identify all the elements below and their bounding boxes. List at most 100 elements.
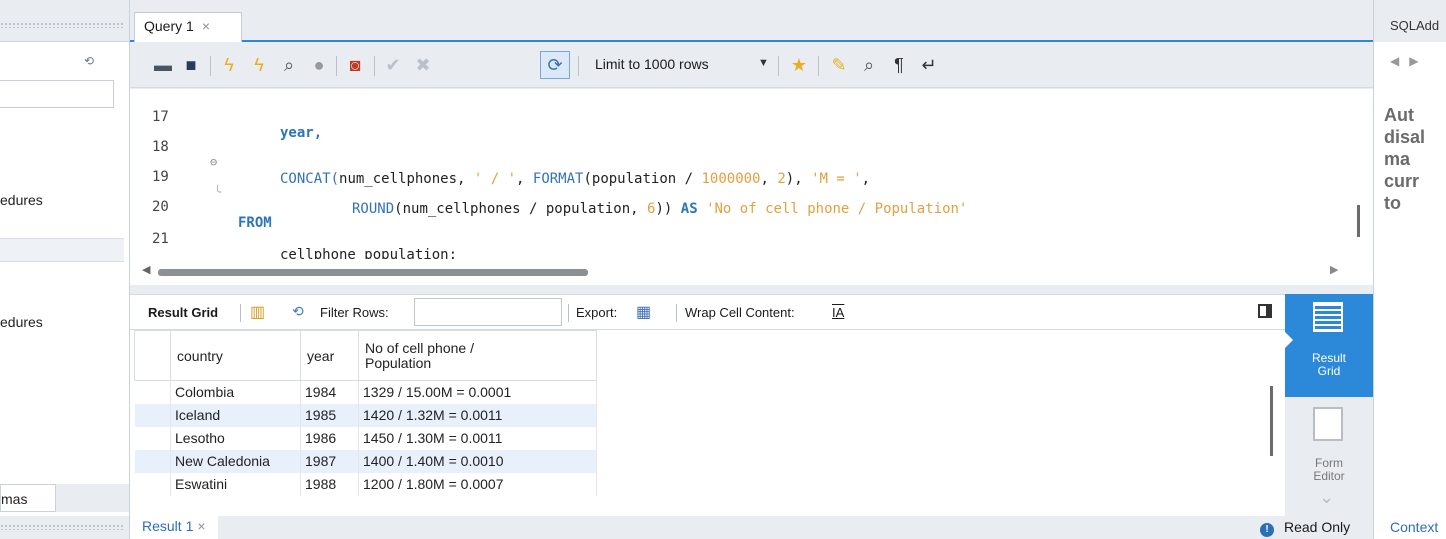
editor-vertical-scrollbar[interactable] [1357, 205, 1360, 237]
column-header[interactable]: country [170, 330, 301, 381]
nav-arrows-icon[interactable]: ◀ ▶ [1390, 54, 1418, 68]
commit-icon[interactable]: ✔ [380, 52, 406, 78]
procedures-item-2[interactable]: edures [0, 314, 43, 330]
tab-label: Query 1 [144, 18, 194, 34]
table-cell[interactable]: 1200 / 1.80M = 0.0007 [358, 472, 597, 496]
scroll-left-icon[interactable]: ◀ [142, 263, 150, 276]
result-toolbar: Result Grid ▥ ⟲ Filter Rows: Export: ▦ W… [130, 294, 1285, 330]
table-cell[interactable]: 1420 / 1.32M = 0.0011 [358, 403, 597, 427]
table-cell[interactable]: Lesotho [170, 426, 301, 450]
toggle-panel-icon[interactable] [1258, 304, 1272, 318]
info-icon: ! [1260, 523, 1274, 537]
result-grid-side-tab[interactable]: Result Grid [1285, 294, 1373, 397]
snippet-star-icon[interactable]: ★ [786, 52, 812, 78]
row-header[interactable] [134, 426, 171, 450]
export-icon[interactable]: ▦ [636, 302, 651, 322]
open-folder-icon[interactable]: ▬ [150, 52, 176, 78]
wrap-cell-label: Wrap Cell Content: [685, 305, 795, 320]
word-wrap-icon[interactable]: ↵ [916, 52, 942, 78]
execute-icon[interactable]: ϟ [216, 52, 242, 78]
editor-horizontal-scrollbar[interactable]: ◀ ▶ [130, 259, 1373, 285]
wrap-cell-icon[interactable]: IA [832, 305, 844, 320]
execute-current-icon[interactable]: ϟ [246, 52, 272, 78]
stop-icon[interactable]: ● [306, 52, 332, 78]
table-cell[interactable]: Iceland [170, 403, 301, 427]
table-cell[interactable]: Eswatini [170, 472, 301, 496]
result-grid-label[interactable]: Result Grid [148, 305, 218, 320]
result-grid-icon [1313, 302, 1343, 332]
navigator-separator [0, 238, 124, 262]
tab-context-help[interactable]: Context [1390, 519, 1438, 535]
form-editor-icon [1313, 407, 1343, 441]
code-line: 21 cellphone_population; [130, 215, 1330, 263]
tab-query-1[interactable]: Query 1 × [134, 12, 242, 42]
scroll-right-icon[interactable]: ▶ [1330, 263, 1338, 276]
grid-layout-icon[interactable]: ▥ [250, 302, 265, 322]
refresh-icon[interactable]: ⟲ [292, 303, 304, 320]
toolbar-separator [676, 304, 677, 322]
chevron-down-icon[interactable]: ▼ [758, 57, 769, 69]
toolbar-separator [778, 56, 779, 76]
invisible-chars-icon[interactable]: ¶ [886, 52, 912, 78]
table-row[interactable]: Eswatini 1988 1200 / 1.80M = 0.0007 [134, 472, 597, 496]
table-cell[interactable]: 1450 / 1.30M = 0.0011 [358, 426, 597, 450]
toolbar-separator [374, 56, 375, 76]
grid-vertical-scrollbar[interactable] [1270, 386, 1273, 456]
procedures-item[interactable]: edures [0, 192, 43, 208]
drag-handle-bottom[interactable] [0, 524, 124, 530]
sql-editor[interactable]: 17 year, 18 ⊖ CONCAT(num_cellphones, ' /… [130, 89, 1373, 263]
table-cell[interactable]: Colombia [170, 380, 301, 404]
tab-strip-bg [56, 484, 129, 512]
table-row[interactable]: New Caledonia 1987 1400 / 1.40M = 0.0010 [134, 449, 597, 473]
toolbar-separator [240, 304, 241, 322]
header-row: country year No of cell phone / Populati… [134, 330, 597, 381]
form-editor-side-tab[interactable]: Form Editor ⌄ [1285, 397, 1373, 516]
filter-rows-input[interactable] [414, 298, 562, 326]
row-header[interactable] [134, 449, 171, 473]
table-row[interactable]: Colombia 1984 1329 / 15.00M = 0.0001 [134, 380, 597, 404]
toggle-error-icon[interactable]: ◙ [342, 52, 368, 78]
close-icon[interactable]: × [197, 518, 205, 534]
table-row[interactable]: Iceland 1985 1420 / 1.32M = 0.0011 [134, 403, 597, 427]
table-cell[interactable]: 1329 / 15.00M = 0.0001 [358, 380, 597, 404]
rollback-icon[interactable]: ✖ [410, 52, 436, 78]
table-row[interactable]: Lesotho 1986 1450 / 1.30M = 0.0011 [134, 426, 597, 450]
editor-tab-bar: Query 1 × [130, 0, 1373, 42]
row-header[interactable] [134, 403, 171, 427]
table-cell[interactable]: 1987 [300, 449, 359, 473]
row-header[interactable] [134, 472, 171, 496]
table-cell[interactable]: New Caledonia [170, 449, 301, 473]
tab-result-1[interactable]: Result 1 × [130, 516, 218, 539]
save-icon[interactable]: ■ [178, 52, 204, 78]
close-icon[interactable]: × [202, 18, 210, 34]
drag-handle[interactable] [0, 22, 124, 28]
navigator-header [0, 0, 129, 42]
table-cell[interactable]: 1984 [300, 380, 359, 404]
toolbar-separator [210, 56, 211, 76]
read-only-label: Read Only [1284, 519, 1351, 535]
column-header[interactable]: year [300, 330, 359, 381]
scroll-thumb[interactable] [158, 269, 588, 276]
table-cell[interactable]: 1986 [300, 426, 359, 450]
navigator-panel: ⟲ edures edures mas [0, 0, 130, 539]
schemas-tab-label: mas [1, 491, 28, 507]
refresh-icon[interactable]: ⟲ [84, 54, 94, 68]
explain-icon[interactable]: ⌕ [276, 52, 302, 78]
schemas-tab[interactable]: mas [0, 484, 56, 512]
table-cell[interactable]: 1400 / 1.40M = 0.0010 [358, 449, 597, 473]
toolbar-separator [568, 304, 569, 322]
sql-toolbar: ▬ ■ ϟ ϟ ⌕ ● ◙ ✔ ✖ ⟳ Limit to 1000 rows ▼… [130, 44, 1373, 88]
row-header[interactable] [134, 380, 171, 404]
table-cell[interactable]: 1988 [300, 472, 359, 496]
chevron-down-icon[interactable]: ⌄ [1319, 487, 1334, 508]
active-indicator [1285, 332, 1293, 348]
table-cell[interactable]: 1985 [300, 403, 359, 427]
limit-rows-select[interactable]: Limit to 1000 rows [595, 56, 709, 72]
autocommit-icon[interactable]: ⟳ [540, 51, 570, 79]
schema-search-input[interactable] [0, 80, 114, 108]
find-icon[interactable]: ⌕ [856, 52, 882, 78]
sql-additions-title: SQLAdd [1374, 0, 1446, 42]
filter-rows-label: Filter Rows: [320, 305, 389, 320]
column-header[interactable]: No of cell phone / Population [358, 330, 597, 381]
beautify-icon[interactable]: ✎ [826, 52, 852, 78]
